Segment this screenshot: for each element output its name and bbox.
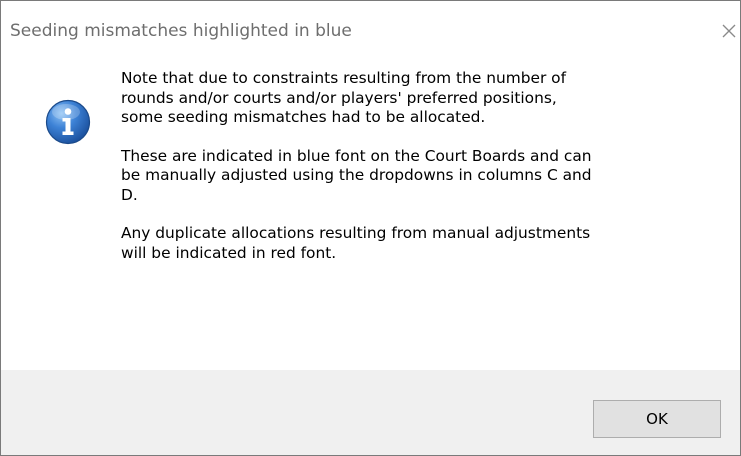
message-paragraph: Any duplicate allocations resulting from…	[121, 224, 721, 263]
dialog-title: Seeding mismatches highlighted in blue	[10, 21, 352, 41]
title-bar: Seeding mismatches highlighted in blue	[1, 1, 740, 65]
message-text: Note that due to constraints resulting f…	[121, 69, 721, 282]
close-icon	[722, 24, 736, 38]
message-line: some seeding mismatches had to be alloca…	[121, 108, 486, 126]
button-bar: OK	[1, 370, 740, 455]
message-line: rounds and/or courts and/or players' pre…	[121, 88, 557, 107]
dialog-content: Note that due to constraints resulting f…	[1, 65, 740, 371]
ok-button-label: OK	[646, 410, 668, 428]
close-button[interactable]	[717, 17, 741, 45]
ok-button[interactable]: OK	[593, 400, 721, 438]
message-dialog: Seeding mismatches highlighted in blue N…	[0, 0, 741, 456]
message-paragraph: These are indicated in blue font on the …	[121, 147, 721, 206]
message-line: D.	[121, 185, 138, 204]
info-icon	[45, 99, 91, 145]
message-line: These are indicated in blue font on the …	[121, 146, 592, 165]
message-line: be manually adjusted using the dropdowns…	[121, 166, 592, 184]
message-line: Note that due to constraints resulting f…	[121, 69, 567, 87]
message-line: Any duplicate allocations resulting from…	[121, 224, 591, 242]
message-line: will be indicated in red font.	[121, 243, 337, 262]
message-paragraph: Note that due to constraints resulting f…	[121, 69, 721, 128]
